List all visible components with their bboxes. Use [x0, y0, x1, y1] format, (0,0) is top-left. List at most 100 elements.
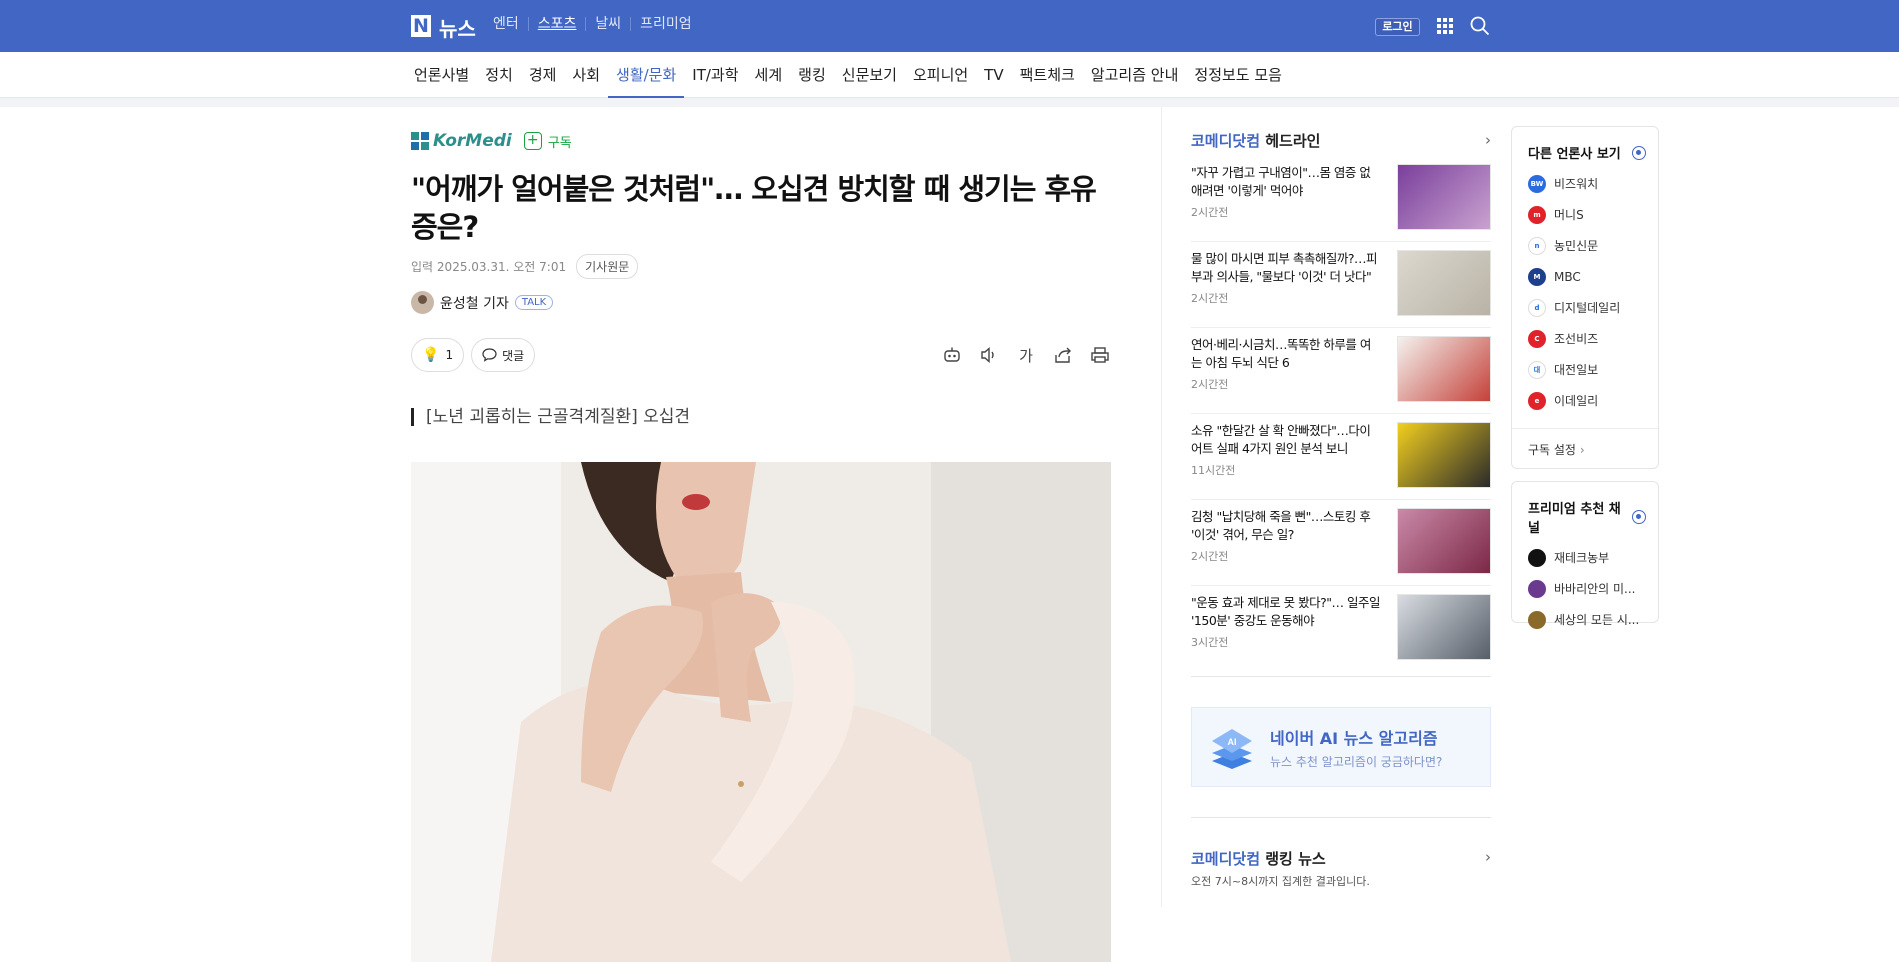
- refresh-icon[interactable]: [1632, 145, 1646, 160]
- section-tab[interactable]: 언론사별: [406, 52, 477, 98]
- press-name: 조선비즈: [1554, 332, 1599, 346]
- font-size-icon[interactable]: 가: [1015, 344, 1037, 366]
- premium-channel-item[interactable]: 세상의 모든 시...: [1512, 604, 1658, 635]
- print-icon[interactable]: [1089, 344, 1111, 366]
- gnb-link[interactable]: 스포츠: [527, 17, 586, 31]
- premium-channel-list: 재테크농부 바바리안의 미... 세상의 모든 시...: [1512, 542, 1658, 635]
- chevron-right-icon: ›: [1579, 443, 1585, 457]
- section-tab[interactable]: 알고리즘 안내: [1083, 52, 1187, 98]
- section-tab[interactable]: 사회: [564, 52, 608, 98]
- other-press-item[interactable]: m 머니S: [1512, 199, 1658, 230]
- section-tab[interactable]: 오피니언: [905, 52, 976, 98]
- plus-icon: +: [523, 132, 542, 150]
- other-press-item[interactable]: BW 비즈워치: [1512, 168, 1658, 199]
- headline-item[interactable]: 소유 "한달간 살 확 안빠졌다"…다이어트 실패 4가지 원인 분석 보니 11…: [1191, 414, 1491, 500]
- section-tab[interactable]: 정정보도 모음: [1186, 52, 1290, 98]
- headline-item[interactable]: 연어·베리·시금치…똑똑한 하루를 여는 아침 두뇌 식단 6 2시간전: [1191, 328, 1491, 414]
- headline-title[interactable]: 소유 "한달간 살 확 안빠졌다"…다이어트 실패 4가지 원인 분석 보니: [1191, 422, 1381, 458]
- headline-text: "자꾸 가렵고 구내염이"…몸 염증 없애려면 '이렇게' 먹어야 2시간전: [1191, 164, 1381, 241]
- news-logo-text[interactable]: 뉴스: [439, 13, 476, 42]
- original-article-button[interactable]: 기사원문: [576, 254, 639, 279]
- chevron-right-icon[interactable]: ›: [1485, 848, 1491, 869]
- gnb-link[interactable]: 프리미엄: [630, 17, 701, 31]
- subscribe-settings-label: 구독 설정: [1528, 443, 1576, 457]
- other-press-item[interactable]: M MBC: [1512, 261, 1658, 292]
- article: KorMedi + 구독 "어깨가 얼어붙은 것처럼"… 오십견 방치할 때 생…: [411, 130, 1111, 962]
- headline-thumbnail[interactable]: [1397, 594, 1491, 660]
- headline-time: 2시간전: [1191, 550, 1229, 563]
- gnb-link[interactable]: 엔터: [484, 17, 528, 31]
- article-meta: 입력 2025.03.31. 오전 7:01 기사원문: [411, 254, 1111, 279]
- press-name: 이데일리: [1554, 394, 1599, 408]
- section-tab[interactable]: IT/과학: [684, 52, 746, 98]
- author-avatar[interactable]: [411, 291, 434, 314]
- subscribe-label: 구독: [547, 135, 572, 151]
- other-press-item[interactable]: d 디지털데일리: [1512, 292, 1658, 323]
- press-name: 대전일보: [1554, 363, 1599, 377]
- press-logo-icon: d: [1528, 298, 1546, 317]
- other-press-item[interactable]: n 농민신문: [1512, 230, 1658, 261]
- headline-title[interactable]: "운동 효과 제대로 못 봤다?"… 일주일 '150분' 중강도 운동해야: [1191, 594, 1381, 630]
- comment-button[interactable]: 댓글: [471, 338, 536, 372]
- ai-news-banner[interactable]: AI 네이버 AI 뉴스 알고리즘 뉴스 추천 알고리즘이 궁금하다면?: [1191, 707, 1491, 787]
- comment-label: 댓글: [502, 348, 525, 363]
- headline-thumbnail[interactable]: [1397, 422, 1491, 488]
- speaker-icon[interactable]: [978, 344, 1000, 366]
- subscribe-button[interactable]: + 구독: [523, 132, 572, 151]
- headline-thumbnail[interactable]: [1397, 508, 1491, 574]
- headline-section-header[interactable]: 코메디닷컴 헤드라인 ›: [1191, 130, 1491, 150]
- subscribe-settings-link[interactable]: 구독 설정 ›: [1512, 428, 1658, 470]
- premium-channel-item[interactable]: 바바리안의 미...: [1512, 573, 1658, 604]
- headline-thumbnail[interactable]: [1397, 164, 1491, 230]
- section-tab[interactable]: 경제: [521, 52, 565, 98]
- author-name[interactable]: 윤성철 기자: [440, 293, 509, 313]
- ranking-section-header[interactable]: 코메디닷컴 랭킹 뉴스 ›: [1191, 848, 1491, 869]
- other-press-item[interactable]: e 이데일리: [1512, 385, 1658, 416]
- article-tools: 가: [926, 344, 1111, 366]
- premium-channel-item[interactable]: 재테크농부: [1512, 542, 1658, 573]
- summary-bot-icon[interactable]: [941, 344, 963, 366]
- headline-item[interactable]: "자꾸 가렵고 구내염이"…몸 염증 없애려면 '이렇게' 먹어야 2시간전: [1191, 156, 1491, 242]
- section-nav: 언론사별 정치 경제 사회 생활/문화 IT/과학 세계 랭킹 신문보기 오피니언 TV 팩트체크 알고…: [0, 52, 1899, 98]
- section-tab[interactable]: 랭킹: [790, 52, 834, 98]
- headline-title[interactable]: 김청 "납치당해 죽을 뻔"…스토킹 후 '이것' 겪어, 무슨 일?: [1191, 508, 1381, 544]
- headline-item[interactable]: 김청 "납치당해 죽을 뻔"…스토킹 후 '이것' 겪어, 무슨 일? 2시간전: [1191, 500, 1491, 586]
- article-subtitle: [노년 괴롭히는 근골격계질환] 오십견: [411, 408, 1111, 426]
- article-headline: "어깨가 얼어붙은 것처럼"… 오십견 방치할 때 생기는 후유증은?: [411, 172, 1097, 244]
- woman-neck-pain-image: [411, 462, 1111, 962]
- headline-item[interactable]: "운동 효과 제대로 못 봤다?"… 일주일 '150분' 중강도 운동해야 3시…: [1191, 586, 1491, 672]
- section-tab[interactable]: 정치: [477, 52, 521, 98]
- login-button[interactable]: 로그인: [1375, 18, 1420, 36]
- reaction-button[interactable]: 💡 1: [411, 338, 465, 372]
- section-tab[interactable]: 생활/문화: [608, 52, 685, 98]
- search-icon[interactable]: [1470, 16, 1490, 36]
- naver-logo[interactable]: N: [411, 15, 431, 37]
- sidebar-divider-2: [1191, 817, 1491, 818]
- headline-text: 김청 "납치당해 죽을 뻔"…스토킹 후 '이것' 겪어, 무슨 일? 2시간전: [1191, 508, 1381, 585]
- premium-title: 프리미엄 추천 채널: [1528, 502, 1621, 536]
- headline-title[interactable]: 물 많이 마시면 피부 촉촉해질까?…피부과 의사들, "물보다 '이것' 더 …: [1191, 250, 1381, 286]
- reaction-count: 1: [445, 348, 454, 362]
- gnb-link[interactable]: 날씨: [585, 17, 630, 31]
- headline-thumbnail[interactable]: [1397, 336, 1491, 402]
- headline-list: "자꾸 가렵고 구내염이"…몸 염증 없애려면 '이렇게' 먹어야 2시간전 물 많…: [1191, 156, 1491, 672]
- share-icon[interactable]: [1052, 344, 1074, 366]
- section-tab[interactable]: 신문보기: [834, 52, 905, 98]
- headline-title[interactable]: "자꾸 가렵고 구내염이"…몸 염증 없애려면 '이렇게' 먹어야: [1191, 164, 1381, 200]
- apps-grid-icon[interactable]: [1437, 18, 1454, 35]
- section-tab[interactable]: 세계: [747, 52, 791, 98]
- section-tab[interactable]: TV: [976, 52, 1011, 98]
- refresh-icon[interactable]: [1632, 510, 1646, 524]
- section-tab[interactable]: 팩트체크: [1012, 52, 1083, 98]
- talk-badge[interactable]: TALK: [514, 295, 554, 310]
- headline-thumbnail[interactable]: [1397, 250, 1491, 316]
- headline-title[interactable]: 연어·베리·시금치…똑똑한 하루를 여는 아침 두뇌 식단 6: [1191, 336, 1381, 372]
- headline-item[interactable]: 물 많이 마시면 피부 촉촉해질까?…피부과 의사들, "물보다 '이것' 더 …: [1191, 242, 1491, 328]
- press-logo[interactable]: KorMedi: [411, 131, 512, 151]
- channel-logo-icon: [1528, 579, 1546, 598]
- chevron-right-icon[interactable]: ›: [1485, 131, 1491, 149]
- column-divider: [1161, 107, 1162, 907]
- other-press-item[interactable]: C 조선비즈: [1512, 323, 1658, 354]
- press-row: KorMedi + 구독: [411, 130, 1111, 152]
- other-press-item[interactable]: 대 대전일보: [1512, 354, 1658, 385]
